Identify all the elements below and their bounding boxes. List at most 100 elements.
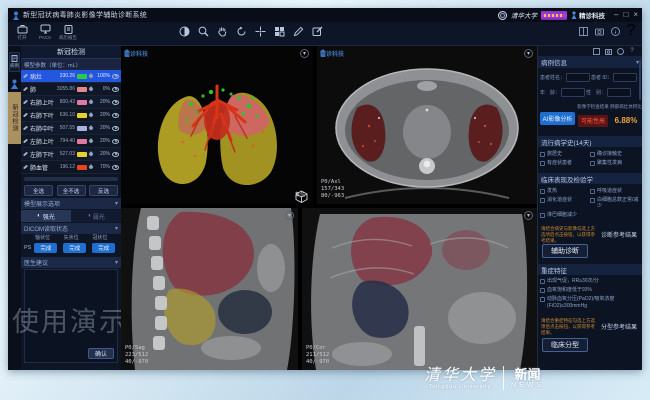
clinical-checkbox-wbc[interactable]: 白细胞总数正常/减少: [590, 197, 641, 210]
open-study-button[interactable]: 打开: [11, 24, 33, 41]
window-level-contrast-icon[interactable]: [178, 25, 191, 38]
visibility-eye-icon[interactable]: [112, 87, 119, 92]
covid-detect-vertical-tab[interactable]: 新冠检测: [8, 92, 21, 144]
dicom-status-header[interactable]: DICOM读取状态▾: [21, 223, 121, 234]
layer-color-swatch[interactable]: [77, 139, 87, 144]
layer-color-swatch[interactable]: [77, 165, 87, 170]
strong-light-tab[interactable]: ◐强光: [21, 210, 71, 222]
patient-name-input[interactable]: [566, 73, 590, 82]
checkbox[interactable]: [540, 213, 545, 218]
layer-row-lul[interactable]: 左肺上叶 794.40 20%: [21, 135, 121, 148]
visibility-eye-icon[interactable]: [112, 126, 119, 131]
minimize-button[interactable]: –: [614, 11, 618, 19]
layout-grid-icon[interactable]: [273, 25, 286, 38]
visibility-eye-icon[interactable]: [112, 152, 119, 157]
reset-view-button[interactable]: 复位: [295, 190, 305, 198]
select-all-button[interactable]: 全选: [24, 185, 53, 196]
patient-id-input[interactable]: [613, 73, 637, 82]
layer-row-vessels[interactable]: 肺血管 196.12 70%: [21, 161, 121, 174]
severe-checkbox-rr[interactable]: 出现气促，RR≥30次/分: [540, 278, 641, 285]
layer-color-swatch[interactable]: [77, 87, 87, 92]
layer-color-swatch[interactable]: [77, 126, 87, 131]
sidebar-active-tab[interactable]: 新冠检测: [21, 46, 121, 59]
age-input[interactable]: [561, 88, 585, 97]
epi-checkbox-travel[interactable]: 旅居史: [540, 151, 590, 158]
select-none-button[interactable]: 全不选: [57, 185, 86, 196]
visibility-eye-icon[interactable]: [112, 113, 119, 118]
annotate-pencil-icon[interactable]: [292, 25, 305, 38]
clinical-checkbox-lymphocyte[interactable]: 淋巴细胞减少: [540, 212, 590, 219]
panel-scrollbar[interactable]: [639, 60, 641, 100]
checkbox[interactable]: [540, 288, 545, 293]
panel-info-icon[interactable]: [616, 47, 624, 55]
checkbox[interactable]: [540, 198, 545, 203]
rotate-icon[interactable]: [235, 25, 248, 38]
layer-row-lll[interactable]: 左肺下叶 527.03 20%: [21, 148, 121, 161]
panel-help-icon[interactable]: ?: [628, 47, 636, 55]
layer-row-rll[interactable]: 右肺下叶 636.10 20%: [21, 109, 121, 122]
severe-checkbox-pao2[interactable]: 动脉血氧分压(PaO2)/吸氧浓度(FiO2)≤300mmHg: [540, 296, 641, 309]
crosshair-icon[interactable]: [254, 25, 267, 38]
visibility-eye-icon[interactable]: [112, 139, 119, 144]
panel-capture-icon[interactable]: [604, 47, 612, 55]
viewport-menu-button[interactable]: ▾: [524, 211, 533, 220]
viewport-menu-button[interactable]: ▾: [300, 49, 309, 58]
checkbox[interactable]: [590, 198, 595, 203]
epi-checkbox-symptomatic[interactable]: 有症状患者: [540, 160, 590, 167]
layer-color-swatch[interactable]: [77, 100, 87, 105]
opacity-slider[interactable]: [24, 177, 118, 181]
case-list-button[interactable]: 病例: [9, 52, 20, 72]
checkbox[interactable]: [540, 297, 545, 302]
zoom-tool-icon[interactable]: [197, 25, 210, 38]
visibility-eye-icon[interactable]: [112, 100, 119, 105]
layer-row-rul[interactable]: 右肺上叶 800.43 20%: [21, 96, 121, 109]
pan-hand-icon[interactable]: [216, 25, 229, 38]
clinical-checkbox-fever[interactable]: 发热: [540, 188, 590, 195]
help-icon[interactable]: ?: [626, 26, 636, 36]
info-icon[interactable]: [610, 26, 620, 36]
clinical-checkbox-digestive[interactable]: 消化道症状: [540, 197, 590, 210]
pacs-button[interactable]: PACS: [34, 24, 56, 40]
assist-diagnosis-button[interactable]: 辅助诊断: [542, 244, 588, 258]
viewport-menu-button[interactable]: ▾: [285, 211, 294, 220]
layer-color-swatch[interactable]: [77, 152, 87, 157]
clinical-checkbox-respiratory[interactable]: 呼吸道症状: [590, 188, 641, 195]
axial-done-button[interactable]: 完成: [34, 243, 57, 253]
invert-selection-button[interactable]: 反选: [89, 185, 118, 196]
sagittal-done-button[interactable]: 完成: [63, 243, 86, 253]
checkbox[interactable]: [540, 161, 545, 166]
gender-input[interactable]: [607, 88, 631, 97]
edit-report-icon[interactable]: [311, 25, 324, 38]
layer-row-lung[interactable]: 肺 3055.86 0%: [21, 83, 121, 96]
viewport-3d-render[interactable]: 精诊科技 ▾ 复位: [121, 46, 315, 206]
visibility-eye-icon[interactable]: [112, 74, 119, 79]
capture-icon[interactable]: [594, 26, 604, 36]
layer-row-rml[interactable]: 右肺中叶 507.55 20%: [21, 122, 121, 135]
checkbox[interactable]: [540, 152, 545, 157]
layer-color-swatch[interactable]: [77, 74, 87, 79]
checkbox[interactable]: [540, 189, 545, 194]
confirm-button[interactable]: 确认: [88, 348, 114, 359]
maximize-button[interactable]: □: [623, 11, 628, 19]
clinical-typing-button[interactable]: 临床分型: [542, 338, 588, 352]
visibility-eye-icon[interactable]: [112, 165, 119, 170]
checkbox[interactable]: [590, 189, 595, 194]
viewport-coronal-ct[interactable]: ▾ P0/Cor 211/512 40/-970: [302, 208, 537, 370]
layer-color-swatch[interactable]: [77, 113, 87, 118]
screen-layout-icon[interactable]: [578, 26, 588, 36]
panel-layout-icon[interactable]: [592, 47, 600, 55]
checkbox[interactable]: [590, 161, 595, 166]
close-button[interactable]: ×: [633, 11, 638, 19]
layer-row-lesion[interactable]: 病灶 230.26 100%: [21, 70, 121, 83]
weak-light-tab[interactable]: ◑弱光: [71, 210, 121, 222]
viewport-axial-ct[interactable]: 精诊科技 ▾ P0/Axl 157/343 80/-963: [317, 46, 537, 206]
ai-analysis-button[interactable]: AI影像分析: [540, 112, 575, 125]
viewport-sagittal-ct[interactable]: ▾ P0/Sag 223/512 40/-970: [121, 208, 300, 370]
coronal-done-button[interactable]: 完成: [92, 243, 115, 253]
severe-checkbox-spo2[interactable]: 血氧饱和度低于93%: [540, 287, 641, 294]
doctor-advice-header[interactable]: 医生建议▾: [21, 257, 121, 268]
epi-checkbox-contact[interactable]: 确诊接触史: [590, 151, 641, 158]
doctor-advice-textarea[interactable]: 确认: [24, 269, 118, 363]
viewport-menu-button[interactable]: ▾: [524, 49, 533, 58]
case-report-button[interactable]: 病历报告: [57, 24, 79, 41]
